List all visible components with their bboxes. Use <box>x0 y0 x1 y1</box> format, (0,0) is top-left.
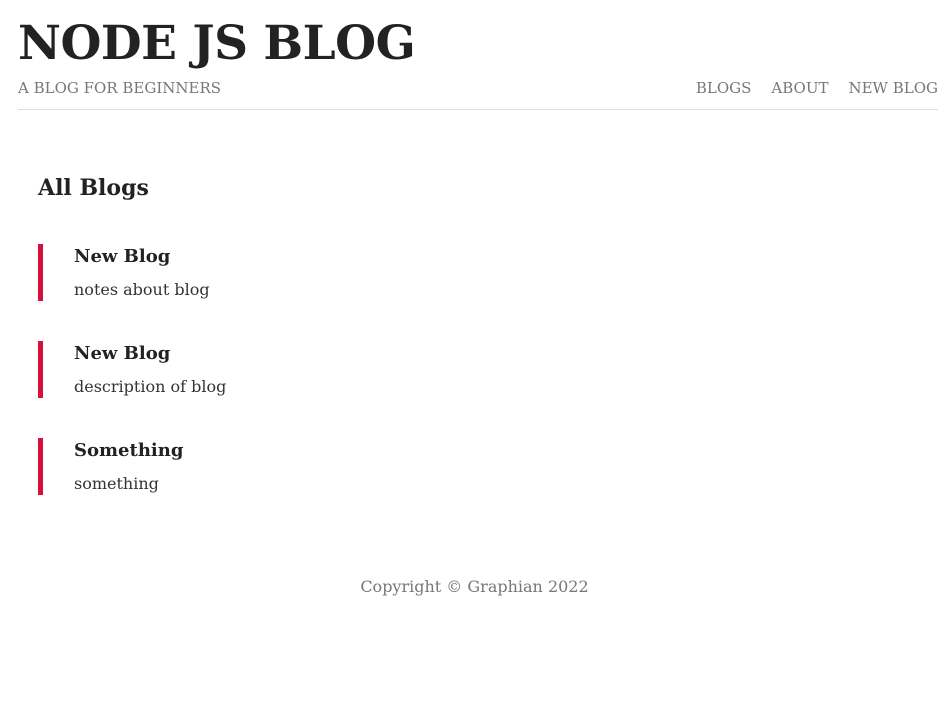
blog-title[interactable]: New Blog <box>74 245 170 269</box>
blog-snippet: something <box>74 474 159 493</box>
blog-title[interactable]: Something <box>74 439 183 463</box>
blog-accent-bar <box>38 244 43 301</box>
blog-list-item[interactable]: New Blog description of blog <box>38 341 638 398</box>
blog-list-item[interactable]: New Blog notes about blog <box>38 244 638 301</box>
blog-snippet: notes about blog <box>74 280 210 299</box>
main-nav: BLOGS ABOUT NEW BLOG <box>696 78 938 98</box>
blog-snippet: description of blog <box>74 377 227 396</box>
nav-link-about[interactable]: ABOUT <box>771 78 828 98</box>
site-title[interactable]: NODE JS BLOG <box>18 14 416 74</box>
blog-list: New Blog notes about blog New Blog descr… <box>38 244 638 535</box>
blog-accent-bar <box>38 341 43 398</box>
nav-link-new-blog[interactable]: NEW BLOG <box>848 78 938 98</box>
nav-link-blogs[interactable]: BLOGS <box>696 78 752 98</box>
page-title: All Blogs <box>38 175 149 201</box>
blog-title[interactable]: New Blog <box>74 342 170 366</box>
footer-copyright: Copyright © Graphian 2022 <box>360 577 589 596</box>
blog-accent-bar <box>38 438 43 495</box>
header-divider <box>18 109 938 110</box>
site-subtitle: A BLOG FOR BEGINNERS <box>18 79 222 97</box>
blog-list-item[interactable]: Something something <box>38 438 638 495</box>
